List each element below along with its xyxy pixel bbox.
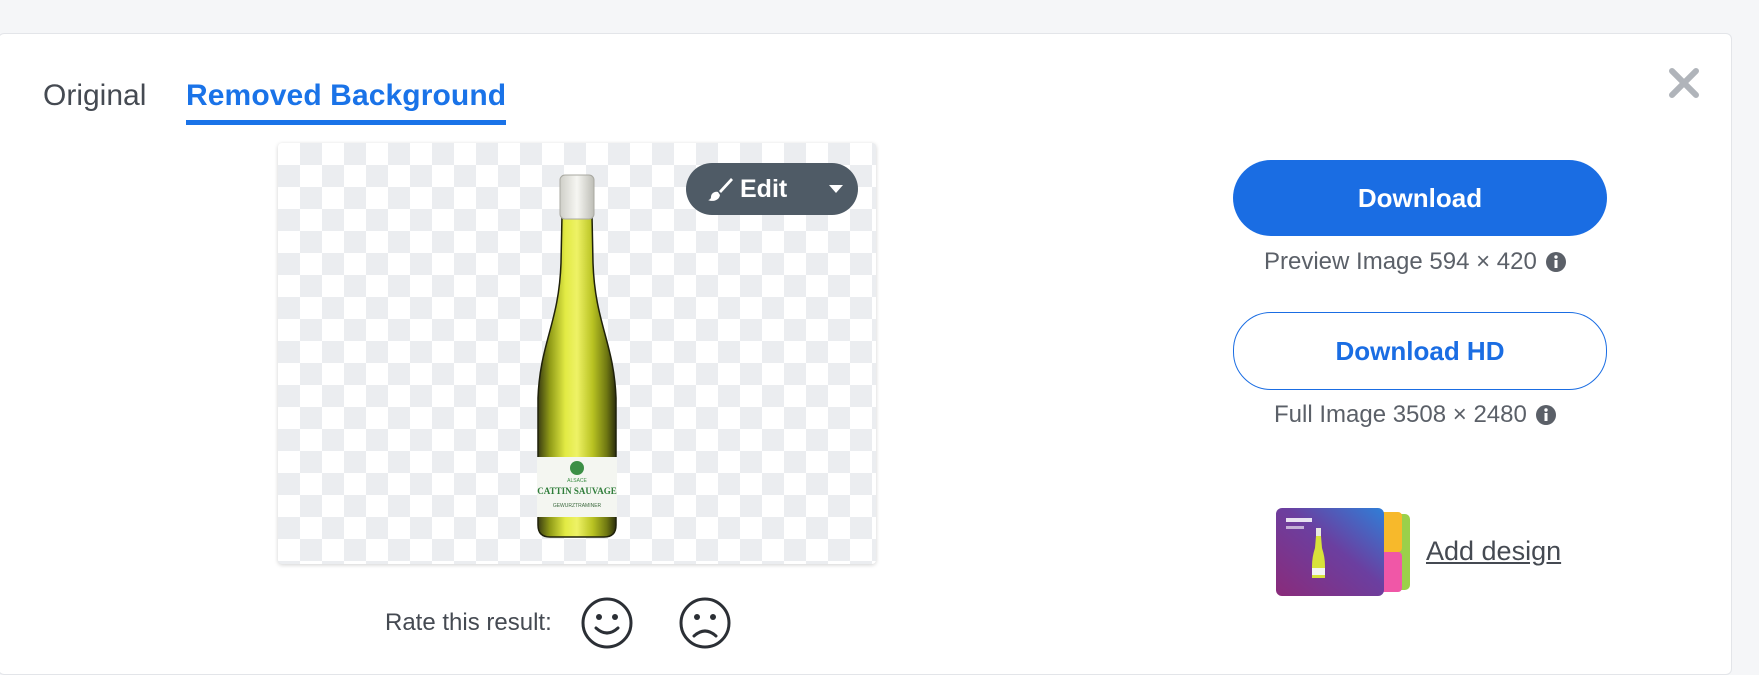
info-icon[interactable] bbox=[1535, 404, 1557, 426]
smiley-icon[interactable] bbox=[580, 596, 634, 650]
caret-down-icon bbox=[829, 185, 843, 193]
preview-size-info: Preview Image 594 × 420 bbox=[1264, 248, 1567, 276]
download-hd-button[interactable]: Download HD bbox=[1233, 312, 1607, 390]
design-thumbnail[interactable] bbox=[1276, 508, 1412, 596]
image-preview: ALSACE CATTIN SAUVAGE GEWURZTRAMINER Edi… bbox=[278, 143, 876, 564]
rating-row: Rate this result: bbox=[385, 596, 776, 650]
download-button[interactable]: Download bbox=[1233, 160, 1607, 236]
paintbrush-icon bbox=[708, 178, 733, 201]
info-icon[interactable] bbox=[1545, 251, 1567, 273]
edit-label: Edit bbox=[740, 174, 788, 203]
edit-main-action[interactable]: Edit bbox=[686, 175, 787, 204]
bottle-varietal-text: GEWURZTRAMINER bbox=[553, 503, 602, 509]
edit-button[interactable]: Edit bbox=[686, 163, 858, 215]
full-size-text: Full Image 3508 × 2480 bbox=[1274, 401, 1527, 428]
full-size-info: Full Image 3508 × 2480 bbox=[1274, 401, 1557, 429]
wine-bottle-image: ALSACE CATTIN SAUVAGE GEWURZTRAMINER bbox=[537, 174, 617, 538]
bottle-region-text: ALSACE bbox=[567, 478, 587, 484]
rating-label: Rate this result: bbox=[385, 609, 552, 636]
tab-original[interactable]: Original bbox=[43, 78, 146, 114]
edit-dropdown-toggle[interactable] bbox=[814, 163, 844, 215]
frown-icon[interactable] bbox=[678, 596, 732, 650]
tab-removed-background[interactable]: Removed Background bbox=[186, 78, 507, 125]
close-icon[interactable] bbox=[1667, 66, 1701, 100]
bottle-brand-text: CATTIN SAUVAGE bbox=[537, 486, 616, 496]
add-design-link[interactable]: Add design bbox=[1426, 536, 1561, 567]
preview-size-text: Preview Image 594 × 420 bbox=[1264, 248, 1537, 275]
